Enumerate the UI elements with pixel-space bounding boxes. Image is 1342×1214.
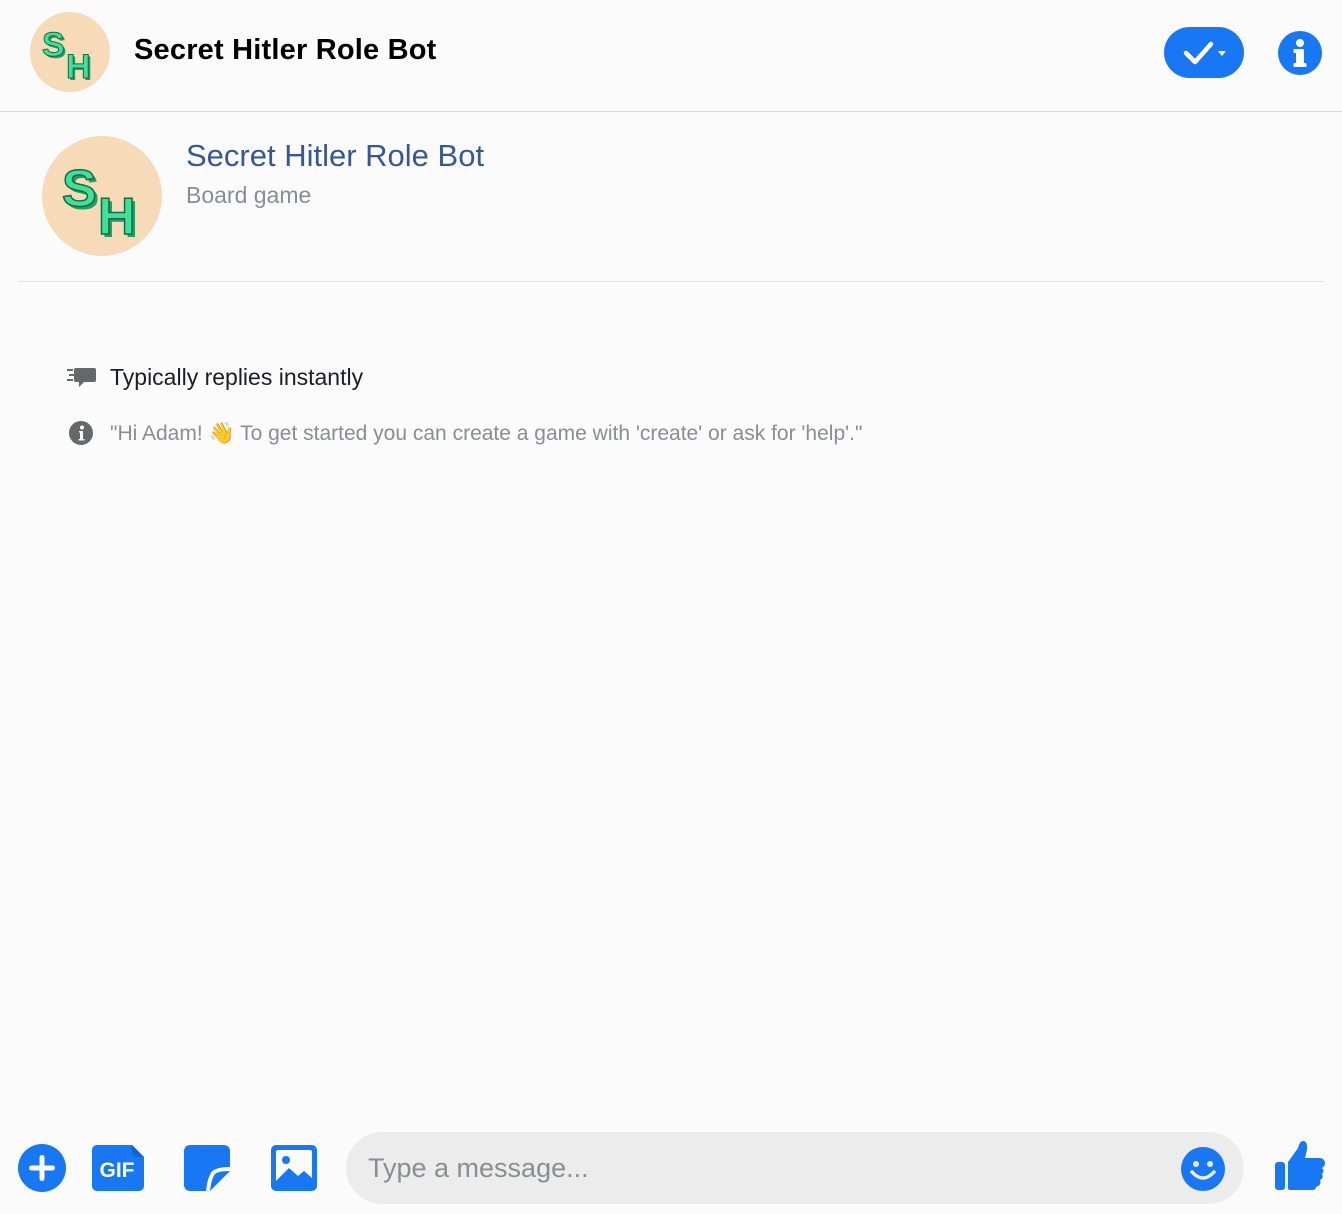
messenger-chat-window: S S H H Secret Hitler Role Bot S S H H S… (0, 0, 1342, 1214)
more-actions-button[interactable] (18, 1144, 66, 1192)
greeting-suffix: To get started you can create a game wit… (234, 421, 863, 445)
svg-text:H: H (98, 188, 136, 246)
smiley-icon (1181, 1147, 1225, 1191)
gif-button[interactable]: GIF (92, 1145, 144, 1191)
header-avatar[interactable]: S S H H (30, 12, 110, 92)
info-button[interactable] (1278, 31, 1322, 75)
status-dropdown-button[interactable] (1164, 27, 1244, 78)
response-time-row: Typically replies instantly (66, 362, 363, 392)
photo-icon (271, 1145, 317, 1191)
response-time-text: Typically replies instantly (110, 363, 364, 390)
profile-avatar[interactable]: S S H H (42, 136, 162, 256)
svg-text:H: H (66, 48, 91, 86)
fast-reply-icon (66, 362, 96, 392)
photo-button[interactable] (271, 1145, 317, 1191)
sticker-button[interactable] (184, 1145, 231, 1192)
thumbs-up-icon (1275, 1140, 1325, 1190)
profile-card: S S H H Secret Hitler Role Bot Board gam… (18, 114, 1324, 282)
info-circle-icon (66, 418, 96, 448)
profile-category: Board game (186, 182, 312, 208)
plus-icon (29, 1155, 55, 1181)
svg-text:S: S (42, 26, 65, 64)
sticker-icon (184, 1145, 231, 1192)
gif-icon: GIF (92, 1145, 144, 1191)
emoji-button[interactable] (1180, 1146, 1226, 1192)
profile-name-link[interactable]: Secret Hitler Role Bot (186, 138, 484, 174)
header-title: Secret Hitler Role Bot (134, 34, 437, 66)
check-dropdown-icon (1183, 41, 1226, 65)
greeting-row: "Hi Adam! 👋 To get started you can creat… (66, 418, 862, 448)
message-input[interactable] (368, 1132, 1168, 1204)
greeting-message: "Hi Adam! 👋 To get started you can creat… (110, 421, 862, 446)
waving-hand-emoji: 👋 (208, 420, 235, 445)
svg-text:GIF: GIF (100, 1159, 135, 1182)
conversation-header: S S H H Secret Hitler Role Bot (0, 0, 1342, 112)
greeting-prefix: "Hi Adam! (110, 421, 209, 445)
info-icon (1293, 39, 1307, 67)
message-composer: GIF (0, 1128, 1342, 1214)
like-button[interactable] (1272, 1138, 1328, 1194)
message-input-container (346, 1132, 1244, 1204)
svg-text:S: S (62, 160, 97, 218)
